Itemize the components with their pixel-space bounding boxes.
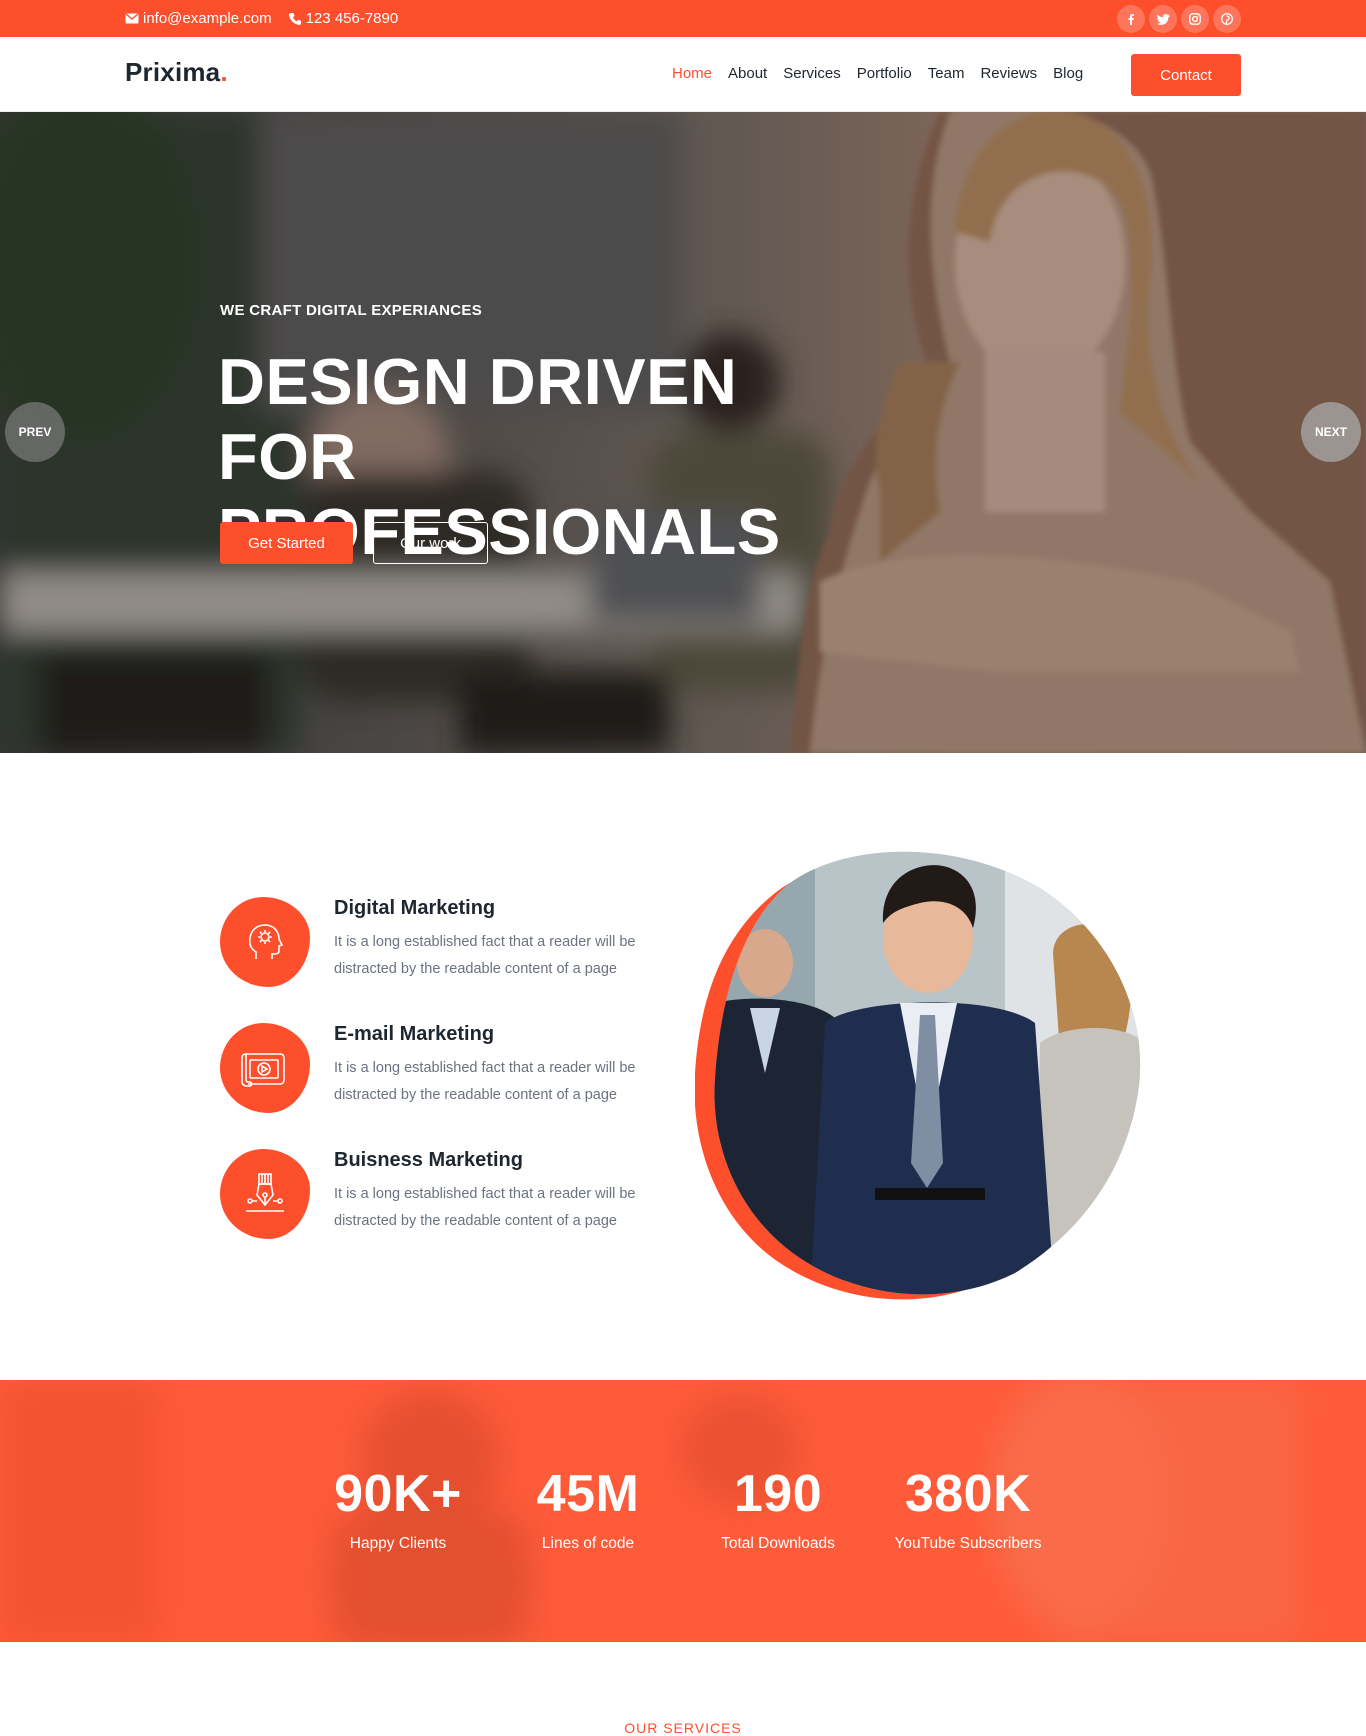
stat-value: 45M (536, 1465, 640, 1523)
feature-business-marketing: Buisness Marketing It is a long establis… (220, 1149, 660, 1249)
hero-title-line1: DESIGN DRIVEN FOR (218, 345, 738, 493)
stat-happy-clients: 90K+ Happy Clients (303, 1465, 493, 1553)
nav-about[interactable]: About (728, 65, 767, 82)
stats-band: 90K+ Happy Clients 45M Lines of code 190… (0, 1380, 1366, 1642)
envelope-icon (125, 13, 139, 24)
feature-title: E-mail Marketing (334, 1023, 495, 1045)
top-contact-bar: info@example.com 123 456-7890 (0, 0, 1366, 37)
site-header: Prixima. Home About Services Portfolio T… (0, 37, 1366, 112)
contact-info: info@example.com 123 456-7890 (125, 10, 398, 27)
feature-email-marketing: E-mail Marketing It is a long establishe… (220, 1023, 660, 1123)
email-link[interactable]: info@example.com (125, 10, 272, 27)
pinterest-icon[interactable] (1213, 5, 1241, 33)
instagram-icon[interactable] (1181, 5, 1209, 33)
hero-slider: WE CRAFT DIGITAL EXPERIANCES DESIGN DRIV… (0, 112, 1366, 753)
section-eyebrow-our-services: OUR SERVICES (624, 1720, 742, 1736)
slider-next-button[interactable]: NEXT (1301, 402, 1361, 462)
contact-button[interactable]: Contact (1131, 54, 1241, 96)
nav-reviews[interactable]: Reviews (980, 65, 1037, 82)
nav-blog[interactable]: Blog (1053, 65, 1083, 82)
feature-text: It is a long established fact that a rea… (334, 1186, 636, 1229)
pen-nib-icon (220, 1149, 310, 1239)
stat-label: YouTube Subscribers (894, 1535, 1042, 1552)
phone-icon (288, 12, 301, 25)
stat-value: 190 (733, 1465, 823, 1523)
feature-text: It is a long established fact that a rea… (334, 1060, 636, 1103)
nav-portfolio[interactable]: Portfolio (857, 65, 912, 82)
stat-youtube-subscribers: 380K YouTube Subscribers (873, 1465, 1063, 1553)
stat-value: 380K (904, 1465, 1032, 1523)
twitter-icon[interactable] (1149, 5, 1177, 33)
site-logo[interactable]: Prixima. (125, 57, 228, 88)
feature-title: Digital Marketing (334, 897, 496, 919)
logo-dot: . (220, 57, 228, 87)
nav-services[interactable]: Services (783, 65, 841, 82)
nav-home[interactable]: Home (672, 65, 712, 82)
facebook-icon[interactable] (1117, 5, 1145, 33)
video-scroll-icon (220, 1023, 310, 1113)
slider-prev-button[interactable]: PREV (5, 402, 65, 462)
get-started-button[interactable]: Get Started (220, 522, 353, 564)
stat-label: Happy Clients (349, 1535, 447, 1552)
main-nav: Home About Services Portfolio Team Revie… (672, 65, 1083, 82)
stat-total-downloads: 190 Total Downloads (683, 1465, 873, 1553)
email-text: info@example.com (143, 10, 272, 27)
feature-digital-marketing: Digital Marketing It is a long establish… (220, 897, 660, 997)
stat-value: 90K+ (334, 1465, 462, 1523)
phone-text: 123 456-7890 (305, 10, 399, 27)
hero-eyebrow: WE CRAFT DIGITAL EXPERIANCES (220, 302, 483, 319)
team-photo-blob (694, 843, 1145, 1301)
stat-label: Total Downloads (721, 1535, 835, 1552)
social-links (1117, 5, 1241, 33)
brain-gear-icon (220, 897, 310, 987)
stat-lines-of-code: 45M Lines of code (493, 1465, 683, 1553)
our-work-button[interactable]: Our work (373, 522, 488, 564)
logo-text: Prixima (125, 57, 221, 87)
phone-link[interactable]: 123 456-7890 (288, 10, 399, 27)
feature-text: It is a long established fact that a rea… (334, 934, 636, 977)
stat-label: Lines of code (541, 1535, 635, 1552)
feature-title: Buisness Marketing (334, 1149, 523, 1171)
nav-team[interactable]: Team (928, 65, 965, 82)
